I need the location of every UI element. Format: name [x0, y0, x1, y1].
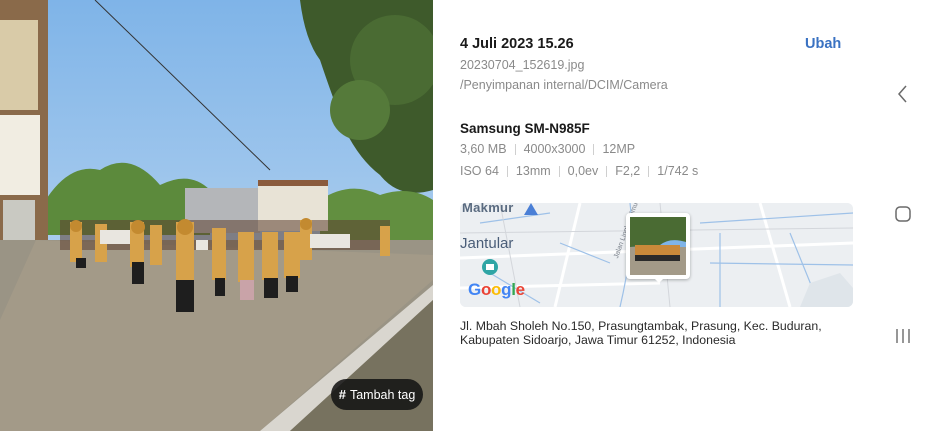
- thumbnail-image: [630, 217, 686, 275]
- logo-letter-o: o: [491, 280, 502, 299]
- three-bars-icon: [896, 329, 910, 343]
- separator: [606, 165, 608, 177]
- photo-image: [0, 0, 433, 431]
- device-name: Samsung SM-N985F: [460, 121, 590, 136]
- exposure-value: 0,0ev: [567, 164, 599, 178]
- iso: ISO 64: [460, 164, 499, 178]
- map-photo-thumbnail[interactable]: [626, 213, 690, 279]
- file-path: /Penyimpanan internal/DCIM/Camera: [460, 78, 668, 92]
- separator: [506, 165, 508, 177]
- home-button[interactable]: [891, 202, 915, 226]
- file-size: 3,60 MB: [460, 142, 507, 156]
- megapixels: 12MP: [602, 142, 636, 156]
- recent-apps-button[interactable]: [891, 324, 915, 348]
- location-map[interactable]: Makmur Jantular Jalan Lingkar Timur Goog…: [460, 203, 853, 307]
- chevron-left-icon: [898, 85, 907, 103]
- file-specs-row: 3,60 MB 4000x3000 12MP: [460, 142, 635, 156]
- edit-button[interactable]: Ubah: [805, 36, 841, 52]
- add-tag-button[interactable]: # Tambah tag: [331, 379, 423, 410]
- location-address: Jl. Mbah Sholeh No.150, Prasungtambak, P…: [460, 319, 822, 347]
- map-thumbnail-pointer: [653, 277, 665, 283]
- map-label-top: Makmur: [462, 203, 514, 215]
- back-button[interactable]: [891, 82, 915, 106]
- resolution: 4000x3000: [523, 142, 586, 156]
- museum-icon: [482, 259, 498, 275]
- logo-letter-e: e: [515, 280, 525, 299]
- add-tag-label: Tambah tag: [349, 387, 416, 402]
- separator: [514, 143, 516, 155]
- shutter-speed: 1/742 s: [657, 164, 699, 178]
- camera-specs-row: ISO 64 13mm 0,0ev F2,2 1/742 s: [460, 164, 698, 178]
- separator: [558, 165, 560, 177]
- photo-viewer[interactable]: # Tambah tag: [0, 0, 433, 431]
- system-navigation-bar: [873, 0, 929, 431]
- logo-letter-o: o: [480, 280, 492, 299]
- details-panel: 4 Juli 2023 15.26 Ubah 20230704_152619.j…: [433, 0, 873, 431]
- file-name: 20230704_152619.jpg: [460, 58, 585, 72]
- logo-letter-g: G: [468, 280, 481, 299]
- separator: [593, 143, 595, 155]
- google-logo: Google: [468, 280, 525, 300]
- hash-icon: #: [338, 387, 346, 402]
- aperture: F2,2: [615, 164, 641, 178]
- separator: [648, 165, 650, 177]
- logo-letter-g: g: [501, 280, 512, 299]
- date-time: 4 Juli 2023 15.26: [460, 36, 574, 52]
- focal-length: 13mm: [515, 164, 551, 178]
- rounded-square-icon: [895, 206, 911, 222]
- map-label-left: Jantular: [460, 235, 514, 252]
